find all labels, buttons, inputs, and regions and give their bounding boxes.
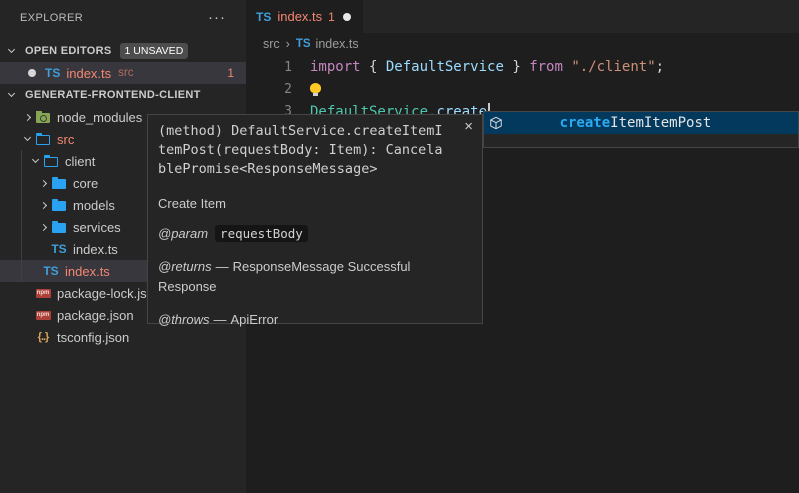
tree-item-label: src (57, 132, 74, 147)
tab-index-ts[interactable]: TS index.ts 1 (246, 0, 363, 33)
modified-dot-icon (28, 69, 36, 77)
hover-signature: (method) DefaultService.createItemI temP… (148, 115, 482, 179)
chevron-down-icon (32, 156, 39, 163)
code-token: "./client" (571, 59, 655, 75)
folder-icon (51, 175, 67, 191)
line-number: 1 (246, 60, 292, 75)
tag-dash: — (214, 312, 227, 327)
hover-tag-returns: @returns—ResponseMessage Successful Resp… (148, 244, 482, 297)
typescript-file-icon: TS (51, 241, 67, 257)
open-editor-file-name: index.ts (66, 66, 111, 81)
chevron-right-icon (40, 201, 47, 208)
close-icon[interactable]: × (464, 120, 473, 134)
breadcrumb-file[interactable]: index.ts (316, 37, 359, 51)
line-number: 2 (246, 82, 292, 97)
tab-error-count: 1 (328, 10, 335, 24)
error-count-badge: 1 (227, 66, 234, 80)
open-editor-item-index-ts[interactable]: TS index.ts src 1 (0, 62, 246, 84)
tree-item-label: models (73, 198, 115, 213)
workspace-label: GENERATE-FRONTEND-CLIENT (25, 89, 201, 101)
code-token: { (361, 59, 386, 75)
sidebar-title: EXPLORER (20, 12, 83, 24)
hover-tag-param: @param requestBody (148, 211, 482, 244)
tab-label: index.ts (277, 9, 322, 24)
folder-open-icon (35, 131, 51, 147)
tag-label: @returns (158, 259, 212, 274)
code-token: ; (656, 59, 664, 75)
breadcrumb-separator: › (286, 37, 290, 51)
typescript-file-icon: TS (45, 66, 60, 80)
folder-icon (51, 219, 67, 235)
chevron-down-icon (24, 134, 31, 141)
modified-dot-icon[interactable] (343, 13, 351, 21)
hover-tag-throws: @throws — ApiError (148, 297, 482, 330)
tree-item-label: index.ts (73, 242, 118, 257)
tag-text: ApiError (231, 312, 279, 327)
tree-item-label: node_modules (57, 110, 142, 125)
open-editors-label: OPEN EDITORS (25, 45, 112, 57)
suggestion-item[interactable]: createItemItemPost (484, 112, 798, 134)
hover-tags: @paramrequestBody@returns—ResponseMessag… (148, 211, 482, 330)
more-actions-icon[interactable]: ··· (208, 9, 226, 26)
code-token: from (529, 59, 563, 75)
tree-item-label: services (73, 220, 121, 235)
breadcrumb-folder[interactable]: src (263, 37, 280, 51)
tree-item-label: package.json (57, 308, 134, 323)
chevron-down-icon (8, 90, 15, 97)
chevron-right-icon (40, 223, 47, 230)
code-line-2[interactable]: 2 (246, 78, 799, 100)
code-token: import (310, 59, 361, 75)
tag-label: @throws (158, 312, 210, 327)
tree-item-label: tsconfig.json (57, 330, 129, 345)
sidebar-header: EXPLORER ··· (0, 0, 246, 35)
code-token: } (504, 59, 529, 75)
chevron-right-icon (40, 179, 47, 186)
typescript-file-icon: TS (43, 263, 59, 279)
workspace-header[interactable]: GENERATE-FRONTEND-CLIENT (0, 84, 246, 106)
typescript-file-icon: TS (256, 10, 271, 24)
tree-item-label: client (65, 154, 95, 169)
hover-description: Create Item (148, 179, 482, 211)
hover-tooltip: × (method) DefaultService.createItemI te… (147, 114, 483, 324)
suggest-widget: createItemItemPost (483, 111, 799, 148)
code-line-content: import { DefaultService } from "./client… (310, 59, 664, 75)
breadcrumb: src › TS index.ts (246, 33, 799, 55)
tag-label: @param (158, 226, 208, 241)
indent-guide (21, 150, 22, 282)
tag-dash: — (216, 259, 229, 274)
tree-item-label: package-lock.json (57, 286, 161, 301)
chevron-right-icon (24, 113, 31, 120)
open-editors-header[interactable]: OPEN EDITORS 1 UNSAVED (0, 40, 246, 62)
node-modules-folder-icon (35, 109, 51, 125)
suggestion-match-text: create (560, 115, 611, 131)
tab-bar: TS index.ts 1 (246, 0, 799, 33)
suggestion-rest-text: ItemItemPost (610, 115, 711, 131)
tree-item-label: core (73, 176, 98, 191)
npm-file-icon: npm (35, 285, 51, 301)
folder-open-icon (43, 153, 59, 169)
lightbulb-quickfix-icon[interactable] (310, 83, 321, 93)
code-line-content (310, 81, 321, 97)
unsaved-badge: 1 UNSAVED (120, 43, 189, 59)
open-editor-file-detail: src (118, 67, 133, 79)
code-line-1[interactable]: 1 import { DefaultService } from "./clien… (246, 56, 799, 78)
tag-code-chip: requestBody (215, 225, 308, 242)
chevron-down-icon (8, 46, 15, 53)
npm-file-icon: npm (35, 307, 51, 323)
folder-icon (51, 197, 67, 213)
symbol-method-cube-icon (489, 116, 503, 130)
json-file-icon: {..} (35, 329, 51, 345)
tree-item-label: index.ts (65, 264, 110, 279)
code-token: DefaultService (386, 59, 504, 75)
typescript-file-icon: TS (296, 38, 311, 50)
